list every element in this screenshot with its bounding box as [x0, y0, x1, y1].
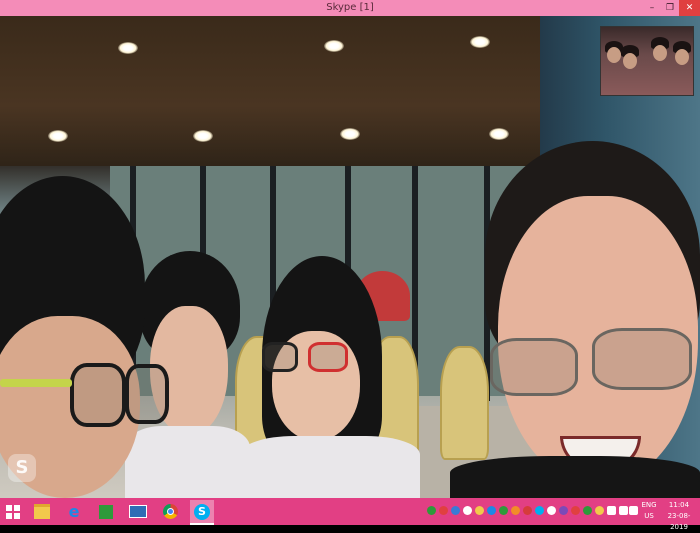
glasses-frame [0, 379, 72, 387]
tray-app-icon[interactable] [511, 506, 520, 515]
chrome-icon[interactable] [158, 500, 182, 523]
close-button[interactable]: ✕ [679, 0, 700, 16]
tray-app-icon[interactable] [595, 506, 604, 515]
tray-app-icon[interactable] [475, 506, 484, 515]
ceiling-light [118, 42, 138, 54]
ceiling-light [470, 36, 490, 48]
clock-date: 23-08-2019 [667, 512, 691, 531]
tray-app-icon[interactable] [463, 506, 472, 515]
glasses-lens [125, 364, 169, 424]
ceiling-light [48, 130, 68, 142]
tray-app-icon[interactable] [535, 506, 544, 515]
self-view-thumbnail[interactable] [600, 26, 694, 96]
windows-logo [5, 504, 21, 520]
title-bar[interactable]: Skype [1] – ❐ ✕ [0, 0, 700, 16]
window-title: Skype [1] [326, 2, 374, 13]
skype-icon[interactable]: S [190, 500, 214, 525]
file-explorer-icon[interactable] [30, 500, 54, 523]
volume-icon[interactable] [629, 506, 638, 515]
maximize-button[interactable]: ❐ [661, 0, 679, 16]
tray-app-icon[interactable] [523, 506, 532, 515]
battery-icon[interactable] [607, 506, 616, 515]
tray-app-icon[interactable] [499, 506, 508, 515]
tray-app-icon[interactable] [451, 506, 460, 515]
language-region: US [644, 512, 654, 520]
language-code: ENG [641, 501, 657, 509]
glasses-lens [308, 342, 348, 372]
tray-app-icon[interactable] [559, 506, 568, 515]
tray-app-icon[interactable] [439, 506, 448, 515]
shirt [125, 426, 250, 498]
windows-start-icon[interactable] [0, 500, 26, 523]
shirt [240, 436, 420, 498]
skype-watermark-icon: S [8, 454, 36, 482]
ceiling-light [324, 40, 344, 52]
tray-app-icon[interactable] [547, 506, 556, 515]
tray-app-icon[interactable] [583, 506, 592, 515]
ceiling-light [489, 128, 509, 140]
sv-face [607, 47, 621, 63]
computer-icon[interactable] [126, 500, 150, 523]
tray-app-icon[interactable] [487, 506, 496, 515]
clock[interactable]: 11:04 23-08-2019 [660, 500, 698, 533]
glasses-lens [262, 342, 298, 372]
glasses-lens [490, 338, 578, 396]
remote-video-feed[interactable]: S [0, 16, 700, 498]
glasses-lens [592, 328, 692, 390]
sv-face [623, 53, 637, 69]
internet-explorer-icon[interactable]: e [62, 500, 86, 523]
ceiling-light [193, 130, 213, 142]
tray-app-icon[interactable] [427, 506, 436, 515]
language-indicator[interactable]: ENG US [639, 500, 659, 522]
tray-app-icon[interactable] [571, 506, 580, 515]
ceiling-light [340, 128, 360, 140]
network-icon[interactable] [619, 506, 628, 515]
shirt [450, 456, 700, 498]
chair [440, 346, 489, 460]
clock-time: 11:04 [668, 501, 690, 509]
glasses-lens [70, 363, 126, 427]
sv-face [675, 49, 689, 65]
minimize-button[interactable]: – [643, 0, 661, 16]
sv-face [653, 45, 667, 61]
store-icon[interactable] [94, 500, 118, 523]
